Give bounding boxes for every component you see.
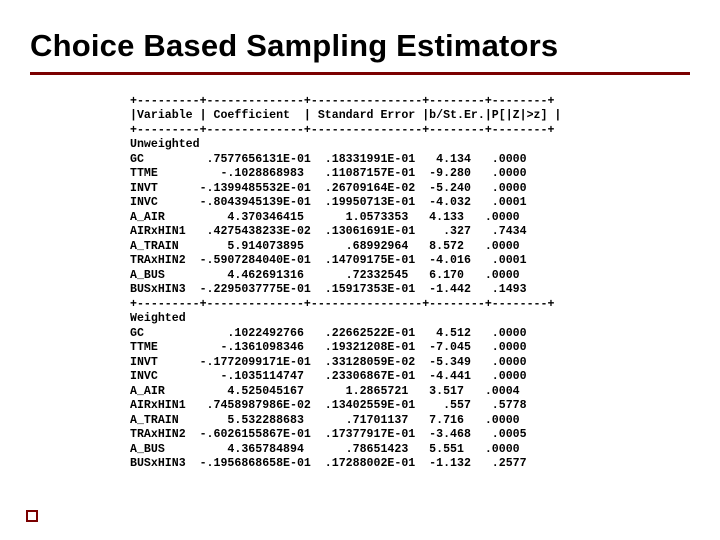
slide-title: Choice Based Sampling Estimators xyxy=(30,28,690,64)
estimates-table: +---------+--------------+--------------… xyxy=(130,95,606,472)
ascii-table: +---------+--------------+--------------… xyxy=(130,95,606,472)
title-underline xyxy=(30,72,690,75)
slide-footer-marker xyxy=(26,510,38,522)
